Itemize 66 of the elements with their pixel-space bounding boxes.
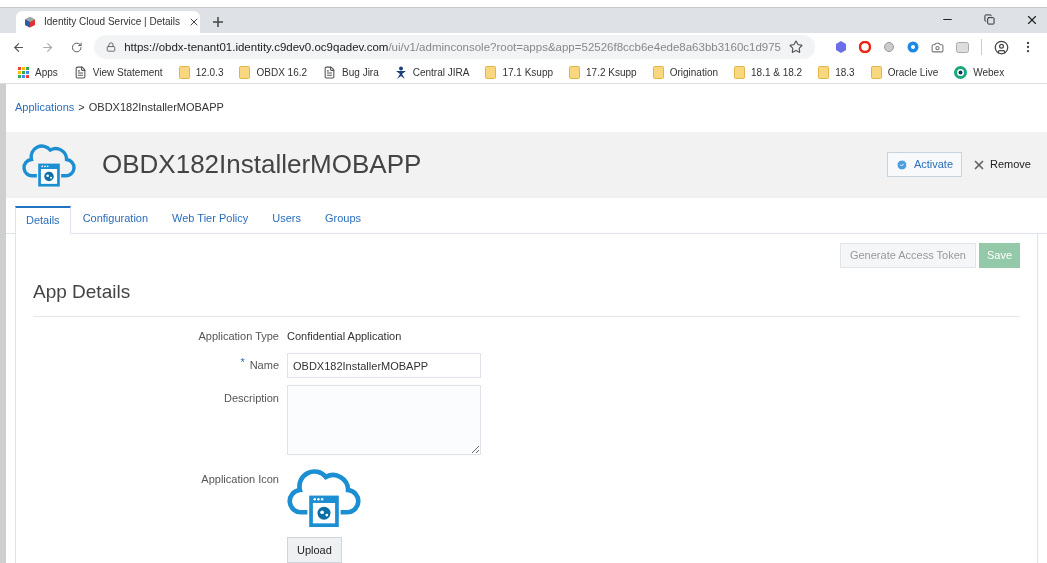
required-asterisk: * [240,355,245,371]
field-label: Application Type [197,329,279,345]
bookmark[interactable]: Bug Jira [323,64,379,80]
upload-button[interactable]: Upload [287,537,342,563]
bookmark[interactable]: 18.3 [818,64,855,80]
cloud-app-icon [287,466,361,529]
bookmark[interactable]: 17.1 Ksupp [485,64,554,80]
profile-icon[interactable] [994,39,1009,55]
bookmark[interactable]: Central JIRA [394,64,470,80]
star-icon[interactable] [789,40,803,55]
webex-ring-icon [954,65,968,79]
lock-icon [106,42,117,53]
bookmark[interactable]: Webex [954,64,1005,80]
field-label: Description [222,391,279,407]
breadcrumb-link[interactable]: Applications [15,99,75,116]
name-input-field[interactable]: OBDX182InstallerMOBAPP [287,353,481,379]
folder-icon [652,65,664,79]
folder-icon [870,65,882,79]
field-label: Application Icon [200,472,279,488]
figure-icon [394,65,407,79]
tab[interactable]: Groups [313,204,374,233]
folder-icon [734,65,745,79]
address-bar[interactable]: https://obdx-tenant01.identity.c9dev0.oc9qadev.com/ui/v1/adminconsole?root=apps&app=52526f8ccb6e4ede8a63bb3160c1d975 [94,35,815,60]
restore-icon[interactable] [984,14,995,26]
field-value: Confidential Application [287,329,403,345]
bookmark[interactable]: Apps [18,64,58,80]
apps-grid-icon [18,66,29,78]
reload-icon[interactable] [70,40,83,54]
remove-button[interactable]: Remove [972,156,1031,173]
tab[interactable]: Users [260,204,313,233]
section-title: App Details [33,277,1020,318]
bookmark[interactable]: Origination [652,64,718,80]
bookmark[interactable]: 12.0.3 [178,64,224,80]
cube-icon [24,15,36,28]
bookmark[interactable]: 18.1 & 18.2 [734,64,803,80]
tab-title: Identity Cloud Service | Details [44,15,180,30]
octagon-extension-icon[interactable] [859,41,871,54]
camera-icon[interactable] [931,40,944,54]
tab[interactable]: Details [15,205,71,234]
bookmark[interactable]: View Statement [73,64,163,80]
folder-icon [239,65,251,79]
folder-icon [818,65,830,79]
folder-icon [569,65,581,79]
page-icon [323,65,337,79]
url-text: https://obdx-tenant01.identity.c9dev0.oc9qadev.com/ui/v1/adminconsole?root=apps&app=52526f8ccb6e4ede8a63bb3160c1d975 [124,39,781,55]
breadcrumb-separator: > [78,100,85,116]
activate-button[interactable]: Activate [886,152,963,178]
app-title: OBDX182InstallerMOBAPP [102,148,423,182]
browser-tab[interactable]: Identity Cloud Service | Details [16,10,200,33]
tab[interactable]: Web Tier Policy [160,204,261,233]
tab[interactable]: Configuration [70,204,161,233]
folder-icon [178,65,190,79]
field-label: Name [249,358,279,374]
check-circle-icon [895,158,908,171]
bookmark[interactable]: 17.2 Ksupp [569,64,637,80]
description-field[interactable] [287,385,481,456]
bookmark[interactable]: Oracle Live [870,64,939,80]
bookmark[interactable]: OBDX 16.2 [239,64,308,80]
new-tab-icon[interactable] [212,15,224,28]
hexagon-extension-icon[interactable] [835,41,847,54]
folder-icon [485,65,497,79]
circle-extension-icon[interactable] [883,41,895,54]
cloud-app-icon [22,141,76,188]
target-extension-icon[interactable] [907,41,919,54]
breadcrumb-current: OBDX182InstallerMOBAPP [88,100,224,116]
page-icon [73,65,87,79]
